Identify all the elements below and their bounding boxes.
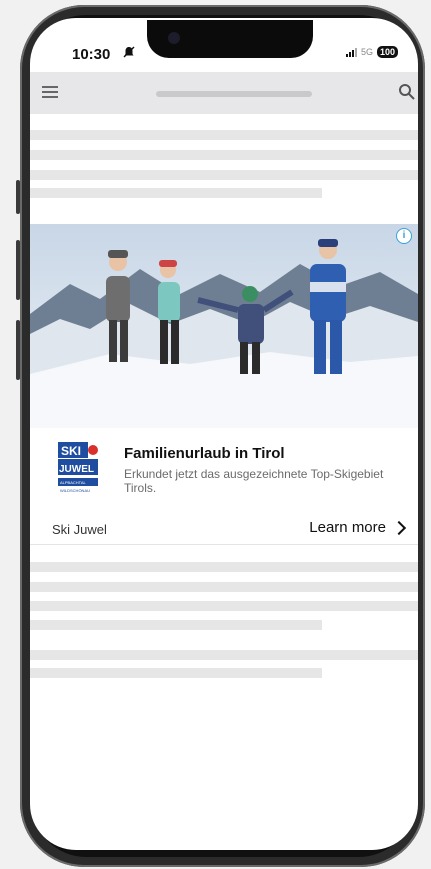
learn-more-label: Learn more bbox=[309, 519, 386, 536]
app-top-bar bbox=[30, 72, 418, 114]
content-placeholder-line bbox=[30, 150, 418, 160]
svg-text:JUWEL: JUWEL bbox=[59, 464, 94, 475]
content-placeholder-line bbox=[30, 620, 322, 630]
svg-text:ALPBACHTAL: ALPBACHTAL bbox=[60, 480, 86, 485]
battery-icon: 100 bbox=[376, 46, 398, 58]
ad-headline[interactable]: Familienurlaub in Tirol bbox=[124, 445, 285, 462]
advertiser-logo[interactable]: SKI JUWEL ALPBACHTAL WILDSCHÖNAU bbox=[58, 442, 98, 498]
status-indicators: 5G 100 bbox=[345, 46, 398, 58]
content-placeholder-line bbox=[30, 650, 418, 660]
advertiser-name: Ski Juwel bbox=[52, 522, 107, 537]
search-icon[interactable] bbox=[398, 83, 416, 101]
native-ad-card[interactable]: i SKI JUWEL ALPBACHTAL WILDSCHÖNAU Famil… bbox=[30, 224, 418, 545]
content-placeholder-line bbox=[30, 582, 418, 592]
network-label: 5G bbox=[360, 47, 373, 57]
signal-icon bbox=[345, 47, 357, 57]
status-time: 10:30 bbox=[72, 46, 111, 63]
content-placeholder-line bbox=[30, 130, 418, 140]
title-placeholder bbox=[156, 91, 312, 97]
adchoices-icon[interactable]: i bbox=[396, 228, 412, 244]
front-camera bbox=[168, 32, 180, 44]
content-placeholder-line bbox=[30, 188, 322, 198]
menu-icon[interactable] bbox=[42, 86, 58, 98]
content-placeholder-line bbox=[30, 601, 418, 611]
ad-description: Erkundet jetzt das ausgezeichnete Top-Sk… bbox=[124, 467, 384, 495]
content-placeholder-line bbox=[30, 562, 418, 572]
silent-bell-icon bbox=[122, 45, 136, 62]
ad-image[interactable] bbox=[30, 224, 418, 428]
content-placeholder-line bbox=[30, 170, 418, 180]
svg-text:WILDSCHÖNAU: WILDSCHÖNAU bbox=[60, 488, 90, 493]
learn-more-button[interactable]: Learn more bbox=[309, 519, 407, 536]
phone-screen: 10:30 5G 100 i SKI JUWEL ALPBACHTAL WILD… bbox=[30, 18, 418, 850]
svg-text:SKI: SKI bbox=[61, 444, 81, 458]
content-placeholder-line bbox=[30, 668, 322, 678]
chevron-right-icon bbox=[391, 520, 407, 536]
